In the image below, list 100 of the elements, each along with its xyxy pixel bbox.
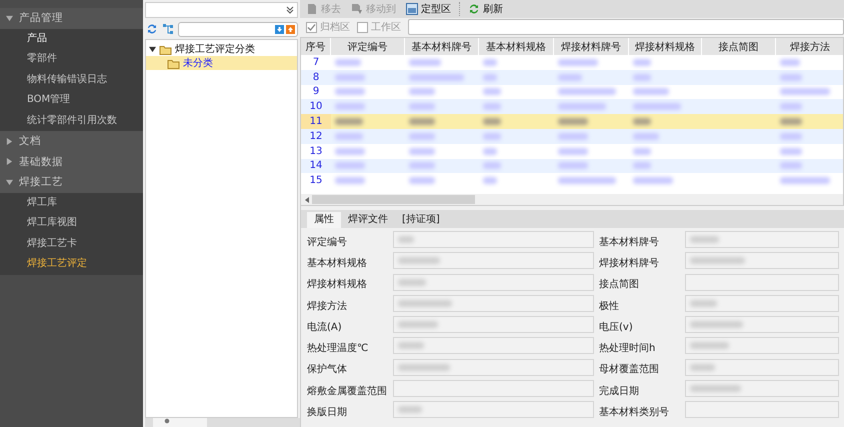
- input-field[interactable]: [393, 231, 594, 248]
- column-header[interactable]: 接点简图: [702, 38, 776, 55]
- blurred-text: [780, 132, 802, 140]
- input-field[interactable]: [393, 274, 594, 291]
- sidebar-item[interactable]: BOM管理: [0, 90, 143, 110]
- column-header[interactable]: 基本材料规格: [479, 38, 554, 55]
- tab[interactable]: [持证项]: [395, 212, 447, 228]
- table-cell[interactable]: [776, 114, 843, 129]
- sidebar-item[interactable]: 产品: [0, 28, 143, 49]
- dropdown-field[interactable]: [145, 2, 298, 18]
- table-cell[interactable]: [776, 70, 843, 85]
- blurred-text: [409, 162, 435, 170]
- up-arrow-icon[interactable]: [286, 24, 295, 34]
- blurred-text: [633, 58, 651, 66]
- tab[interactable]: 焊评文件: [341, 212, 395, 228]
- hierarchy-icon[interactable]: [162, 23, 174, 35]
- input-field[interactable]: [393, 337, 594, 354]
- blurred-text: [633, 177, 673, 184]
- column-header[interactable]: 序号: [301, 38, 331, 55]
- checkbox[interactable]: [357, 22, 368, 32]
- column-header[interactable]: 焊接材料牌号: [554, 38, 629, 55]
- field-label: 母材覆盖范围: [599, 362, 660, 378]
- input-field[interactable]: [685, 274, 839, 291]
- left-arrow-icon[interactable]: [304, 196, 310, 202]
- input-field[interactable]: [685, 337, 839, 354]
- picture-frame-icon: [406, 3, 418, 15]
- sidebar-item[interactable]: 焊接工艺卡: [0, 234, 143, 254]
- input-field[interactable]: [685, 380, 839, 398]
- row-number[interactable]: 7: [301, 55, 331, 70]
- tree-node[interactable]: 焊接工艺评定分类: [146, 42, 297, 56]
- table-cell[interactable]: [776, 99, 843, 114]
- group-label: 产品管理: [19, 11, 63, 26]
- expanded-triangle-icon: [149, 46, 156, 52]
- toolbar-button[interactable]: 定型区: [404, 1, 453, 17]
- refresh-icon[interactable]: [146, 23, 158, 35]
- search-field[interactable]: [178, 22, 298, 36]
- input-field[interactable]: [393, 358, 594, 376]
- collapsed-triangle-icon: [6, 158, 13, 166]
- row-number[interactable]: 15: [301, 173, 331, 188]
- sidebar-item[interactable]: 焊工库: [0, 192, 143, 213]
- table-cell[interactable]: [702, 114, 776, 129]
- table-cell[interactable]: [629, 114, 702, 129]
- horizontal-scrollbar[interactable]: [301, 194, 843, 205]
- row-number[interactable]: 14: [301, 158, 331, 174]
- field-label: 换版日期: [307, 406, 348, 420]
- sidebar-group[interactable]: 文档: [0, 131, 143, 152]
- input-field[interactable]: [685, 358, 839, 376]
- sidebar-group[interactable]: 产品管理: [0, 8, 143, 28]
- blurred-text: [483, 58, 497, 66]
- blurred-text: [398, 300, 452, 307]
- row-number[interactable]: 11: [301, 114, 331, 129]
- table-cell[interactable]: [776, 128, 843, 144]
- sidebar-group[interactable]: 基础数据: [0, 152, 143, 172]
- row-number[interactable]: 12: [301, 128, 331, 144]
- input-field[interactable]: [393, 380, 594, 398]
- table-cell[interactable]: [331, 114, 405, 129]
- table-cell[interactable]: [776, 158, 843, 174]
- tab[interactable]: 属性: [307, 212, 341, 228]
- input-field[interactable]: [685, 401, 839, 418]
- input-field[interactable]: [685, 252, 839, 270]
- input-field[interactable]: [685, 294, 839, 312]
- input-field[interactable]: [685, 231, 839, 248]
- input-field[interactable]: [393, 252, 594, 270]
- sidebar-item[interactable]: 零部件: [0, 49, 143, 70]
- input-field[interactable]: [393, 316, 594, 334]
- input-field[interactable]: [393, 294, 594, 312]
- sidebar-item[interactable]: 物料传输错误日志: [0, 70, 143, 90]
- input-field[interactable]: [393, 401, 594, 418]
- table-cell[interactable]: [405, 114, 479, 129]
- sidebar-item[interactable]: 焊工库视图: [0, 213, 143, 234]
- column-header[interactable]: 评定编号: [331, 38, 405, 55]
- checkbox[interactable]: [306, 22, 317, 32]
- toolbar-button[interactable]: 刷新: [466, 1, 505, 17]
- row-number[interactable]: 8: [301, 70, 331, 85]
- tree-node[interactable]: 未分类: [146, 56, 297, 70]
- column-header[interactable]: 焊接材料规格: [629, 38, 702, 55]
- bottom-tab[interactable]: [153, 418, 207, 427]
- checkbox-label: 工作区: [371, 21, 401, 34]
- row-number[interactable]: 10: [301, 99, 331, 114]
- blurred-text: [780, 162, 802, 170]
- table-cell[interactable]: [554, 114, 629, 129]
- sidebar-item[interactable]: 焊接工艺评定: [0, 254, 143, 274]
- folder-icon: [167, 58, 180, 68]
- blurred-text: [335, 148, 365, 155]
- blurred-text: [690, 364, 715, 371]
- filter-input-field[interactable]: [408, 19, 844, 35]
- column-header[interactable]: 基本材料牌号: [405, 38, 479, 55]
- down-arrow-icon[interactable]: [275, 24, 284, 34]
- double-chevron-icon: [286, 6, 294, 14]
- column-header[interactable]: 焊接方法: [776, 38, 843, 55]
- blurred-text: [409, 74, 464, 81]
- blurred-text: [335, 118, 363, 126]
- scrollbar-thumb[interactable]: [312, 195, 475, 204]
- blurred-text: [780, 88, 830, 96]
- sidebar-group[interactable]: 焊接工艺: [0, 172, 143, 192]
- row-number[interactable]: 13: [301, 144, 331, 159]
- sidebar-item[interactable]: 统计零部件引用次数: [0, 110, 143, 131]
- input-field[interactable]: [685, 316, 839, 334]
- row-number[interactable]: 9: [301, 84, 331, 100]
- table-cell[interactable]: [479, 114, 554, 129]
